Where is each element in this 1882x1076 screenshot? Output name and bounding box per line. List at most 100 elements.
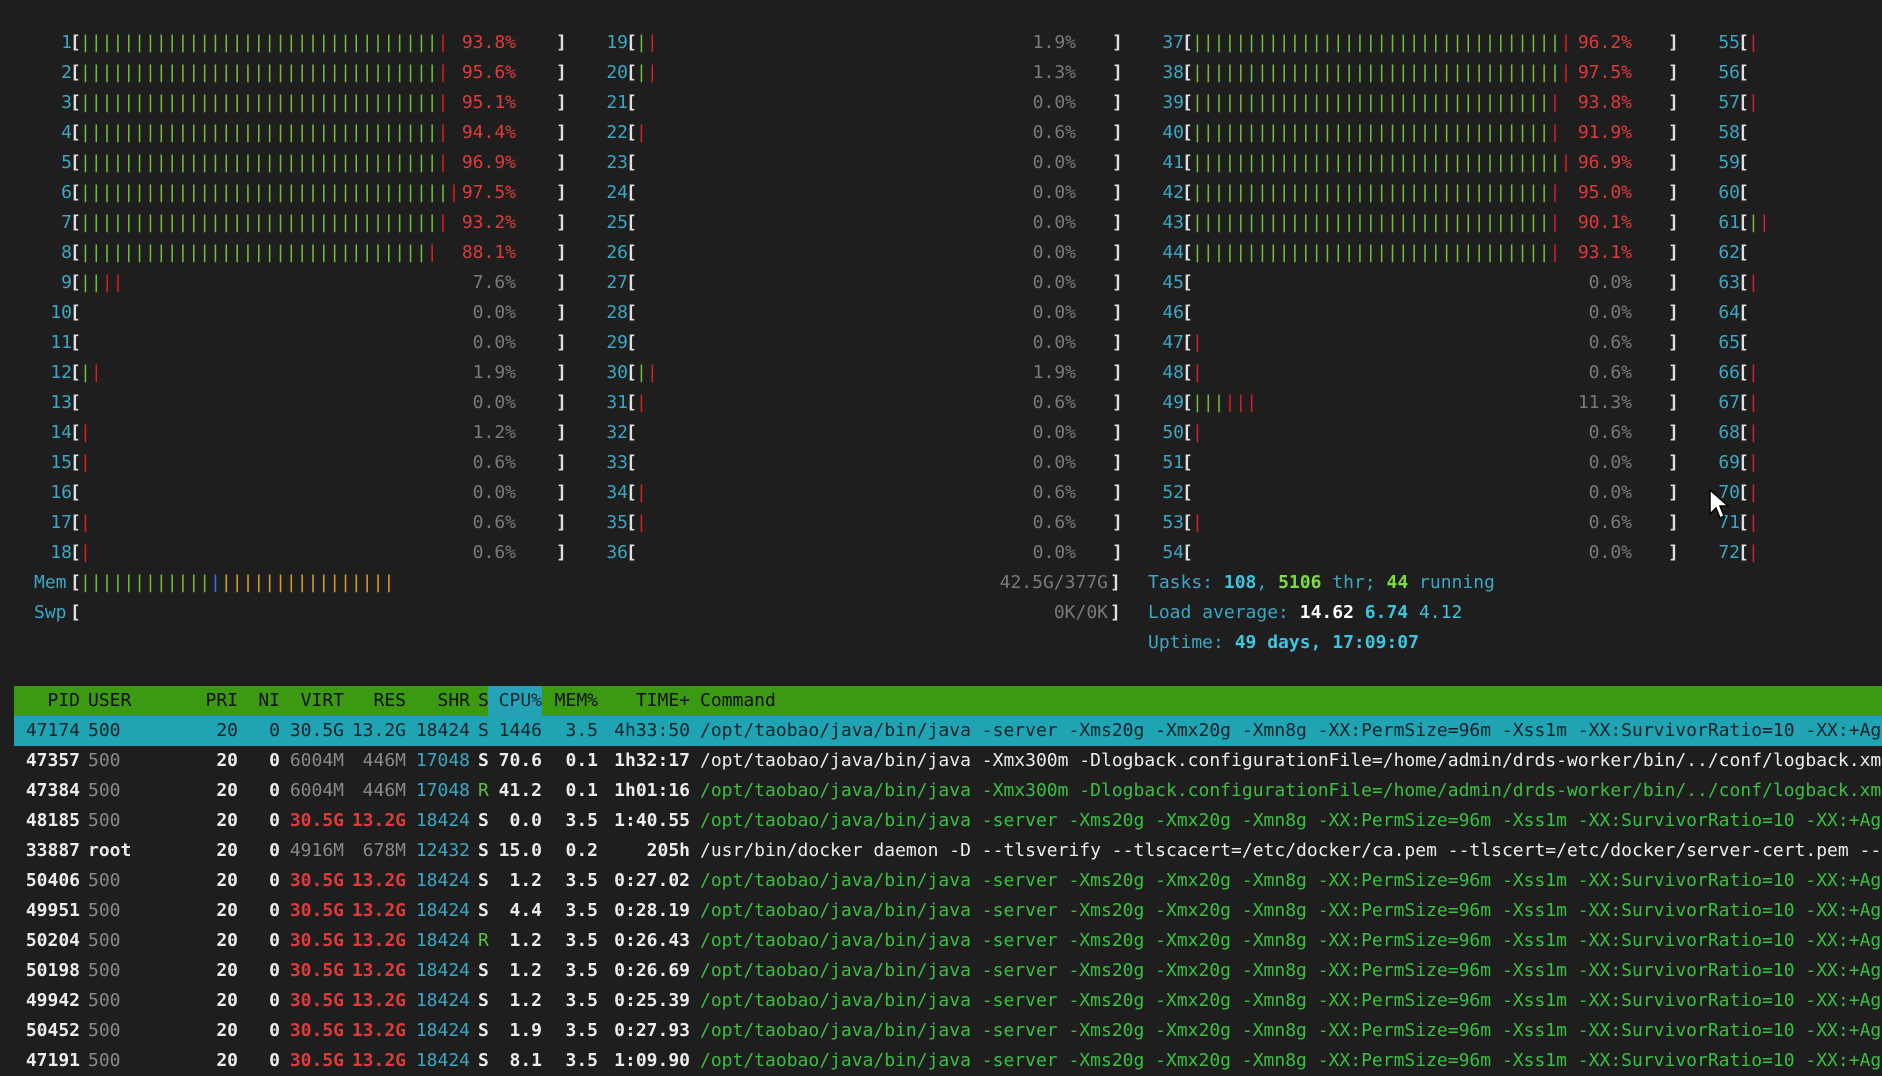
col-res[interactable]: RES bbox=[346, 686, 406, 716]
process-row[interactable]: 50406 500 20 0 30.5G 13.2G 18424 S 1.2 3.5 0:27.02… bbox=[14, 866, 1882, 896]
cpu-number: 47 bbox=[1162, 332, 1184, 353]
cpu-usage-bar: ||||||||||||||||||||||||||||||||||| bbox=[80, 182, 460, 203]
process-row[interactable]: 50198 500 20 0 30.5G 13.2G 18424 S 1.2 3.5 0:26.69… bbox=[14, 956, 1882, 986]
cpu-percent: 94.4% bbox=[461, 122, 516, 143]
cpu-percent: 95.0% bbox=[1577, 182, 1632, 203]
command-args: -server -Xms20g -Xmx20g -Xmn8g -XX:PermS… bbox=[970, 900, 1882, 921]
col-cpu-sorted[interactable]: CPU% bbox=[488, 686, 542, 716]
proc-ni: 0 bbox=[269, 900, 280, 921]
cpu-number: 37 bbox=[1162, 32, 1184, 53]
cpu-open-bracket: [ bbox=[1182, 272, 1193, 293]
col-pri[interactable]: PRI bbox=[174, 686, 238, 716]
proc-user: 500 bbox=[88, 930, 121, 951]
cpu-percent: 95.6% bbox=[461, 62, 516, 83]
process-row[interactable]: 49942 500 20 0 30.5G 13.2G 18424 S 1.2 3.5 0:25.39… bbox=[14, 986, 1882, 1016]
col-shr[interactable]: SHR bbox=[408, 686, 470, 716]
proc-time: 4h33:50 bbox=[614, 720, 690, 741]
cpu-percent: 0.0% bbox=[1588, 272, 1632, 293]
cpu-percent: 0.0% bbox=[1032, 422, 1076, 443]
proc-virt: 6004M bbox=[289, 780, 344, 801]
cpu-number: 63 bbox=[1718, 272, 1740, 293]
cpu-number: 68 bbox=[1718, 422, 1740, 443]
col-pid[interactable]: PID bbox=[14, 686, 80, 716]
mem-meter: Mem [ ||||||||||||||||||||||||||||| 42.5… bbox=[30, 568, 1121, 598]
proc-cpu: 4.4 bbox=[509, 900, 542, 921]
proc-user: 500 bbox=[88, 870, 121, 891]
process-row[interactable]: 47357 500 20 0 6004M 446M 17048 S 70.6 0.1 1h32:17… bbox=[14, 746, 1882, 776]
process-row[interactable]: 47174 500 20 0 30.5G 13.2G 18424 S 1446 3.5 4h33:5… bbox=[14, 716, 1882, 746]
proc-shr: 17048 bbox=[415, 780, 470, 801]
cpu-close-bracket: ] bbox=[1668, 92, 1679, 113]
cpu-meter-39: 39[|||||||||||||||||||||||||||||||||| 93.… bbox=[1142, 88, 1702, 118]
cpu-number: 54 bbox=[1162, 542, 1184, 563]
cpu-number: 46 bbox=[1162, 302, 1184, 323]
cpu-usage-bar: || bbox=[80, 362, 102, 383]
cpu-number: 60 bbox=[1718, 182, 1740, 203]
cpu-usage-bar: ||||||||||||||||||||||||||||||||||| bbox=[1192, 32, 1572, 53]
cpu-close-bracket: ] bbox=[1112, 92, 1123, 113]
process-row[interactable]: 49951 500 20 0 30.5G 13.2G 18424 S 4.4 3.5 0:28.19… bbox=[14, 896, 1882, 926]
process-row[interactable]: 50452 500 20 0 30.5G 13.2G 18424 S 1.9 3.5 0:27.93… bbox=[14, 1016, 1882, 1046]
col-command[interactable]: Command bbox=[700, 686, 776, 716]
process-row[interactable]: 48185 500 20 0 30.5G 13.2G 18424 S 0.0 3.5 1:40.55… bbox=[14, 806, 1882, 836]
cpu-usage-bar: |||||||||||||||||||||||||||||||||| bbox=[1192, 122, 1561, 143]
proc-mem: 3.5 bbox=[565, 990, 598, 1011]
command-path: /opt/taobao/java/bin/java bbox=[700, 930, 971, 951]
col-user[interactable]: USER bbox=[88, 686, 131, 716]
process-row[interactable]: 33887 root 20 0 4916M 678M 12432 S 15.0 0.2 205h/u… bbox=[14, 836, 1882, 866]
proc-cpu: 0.0 bbox=[509, 810, 542, 831]
cpu-percent: 0.0% bbox=[1032, 272, 1076, 293]
cpu-number: 2 bbox=[61, 62, 72, 83]
proc-cpu: 8.1 bbox=[509, 1050, 542, 1071]
cpu-meter-60: 60[ bbox=[1698, 178, 1882, 208]
cpu-open-bracket: [ bbox=[70, 332, 81, 353]
proc-cpu: 1.2 bbox=[509, 990, 542, 1011]
proc-res: 13.2G bbox=[351, 960, 406, 981]
proc-command: /usr/bin/docker daemon -D --tlsverify --… bbox=[700, 836, 1882, 866]
cpu-number: 25 bbox=[606, 212, 628, 233]
command-path: /usr/bin/docker bbox=[700, 840, 863, 861]
mem-label: Mem bbox=[34, 572, 67, 593]
proc-cpu: 1.2 bbox=[509, 930, 542, 951]
col-virt[interactable]: VIRT bbox=[282, 686, 344, 716]
cpu-number: 30 bbox=[606, 362, 628, 383]
cpu-percent: 97.5% bbox=[1577, 62, 1632, 83]
cpu-meter-27: 27[0.0%] bbox=[586, 268, 1146, 298]
cpu-close-bracket: ] bbox=[1112, 542, 1123, 563]
process-row[interactable]: 50204 500 20 0 30.5G 13.2G 18424 R 1.2 3.5 0:26.43… bbox=[14, 926, 1882, 956]
cpu-percent: 0.0% bbox=[1588, 302, 1632, 323]
cpu-meter-44: 44[|||||||||||||||||||||||||||||||||| 93.… bbox=[1142, 238, 1702, 268]
swp-label: Swp bbox=[34, 602, 67, 623]
proc-cpu: 1446 bbox=[498, 720, 542, 741]
swp-value: 0K/0K bbox=[1053, 602, 1108, 623]
proc-cpu: 41.2 bbox=[498, 780, 542, 801]
cpu-meter-7: 7[|||||||||||||||||||||||||||||||||| 93.2… bbox=[30, 208, 590, 238]
cpu-number: 7 bbox=[61, 212, 72, 233]
proc-pri: 20 bbox=[216, 750, 238, 771]
cpu-usage-bar: |||||||||||||||||||||||||||||||||| bbox=[80, 32, 449, 53]
cpu-open-bracket: [ bbox=[626, 272, 637, 293]
cpu-percent: 0.0% bbox=[472, 392, 516, 413]
proc-user: root bbox=[88, 840, 132, 861]
col-mem[interactable]: MEM% bbox=[544, 686, 598, 716]
cpu-meter-26: 26[0.0%] bbox=[586, 238, 1146, 268]
cpu-usage-bar: | bbox=[1748, 32, 1759, 53]
proc-command: /opt/taobao/java/bin/java -server -Xms20… bbox=[700, 986, 1882, 1016]
cpu-close-bracket: ] bbox=[1668, 182, 1679, 203]
proc-time: 1:40.55 bbox=[614, 810, 690, 831]
proc-pri: 20 bbox=[216, 810, 238, 831]
command-args: -server -Xms20g -Xmx20g -Xmn8g -XX:PermS… bbox=[970, 960, 1882, 981]
col-time[interactable]: TIME+ bbox=[600, 686, 690, 716]
process-row[interactable]: 47191 500 20 0 30.5G 13.2G 18424 S 8.1 3.5 1:09.90… bbox=[14, 1046, 1882, 1076]
cpu-open-bracket: [ bbox=[1182, 482, 1193, 503]
col-ni[interactable]: NI bbox=[240, 686, 280, 716]
cpu-percent: 0.0% bbox=[1032, 332, 1076, 353]
uptime-label: Uptime: bbox=[1148, 632, 1224, 653]
proc-virt: 30.5G bbox=[289, 870, 344, 891]
cpu-meter-55: 55[| bbox=[1698, 28, 1882, 58]
cpu-meter-51: 51[0.0%] bbox=[1142, 448, 1702, 478]
cpu-close-bracket: ] bbox=[556, 362, 567, 383]
process-row[interactable]: 47384 500 20 0 6004M 446M 17048 R 41.2 0.1 1h01:16… bbox=[14, 776, 1882, 806]
proc-user: 500 bbox=[88, 750, 121, 771]
command-path: /opt/taobao/java/bin/java bbox=[700, 1020, 971, 1041]
